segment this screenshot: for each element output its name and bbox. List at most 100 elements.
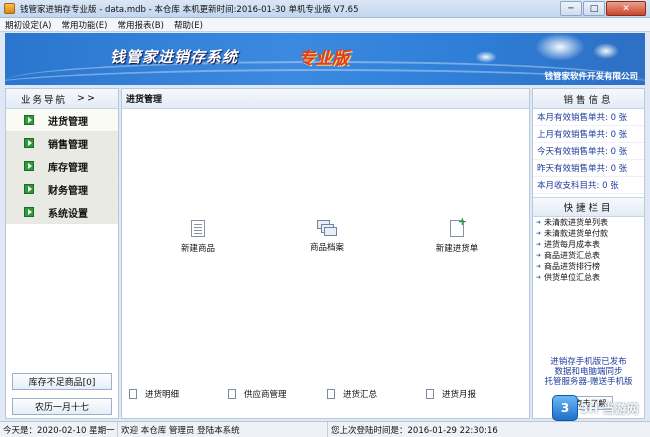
quick-link-label: 未清款进货单列表 (544, 218, 609, 227)
quick-link[interactable]: ➜ 进货每月成本表 (533, 239, 644, 250)
bullet-icon: ➜ (536, 230, 542, 237)
quick-link[interactable]: ➜ 商品进货汇总表 (533, 250, 644, 261)
bottom-toolbar: 进货明细 供应商管理 进货汇总 进货月报 (122, 385, 529, 403)
banner-sparkle (535, 33, 585, 61)
nav-collapse-toggle[interactable]: >> (77, 93, 97, 104)
status-last-login: 您上次登陆时间是：2016-01-29 22:30:16 (331, 425, 498, 436)
site-watermark: 3 3H 当游网 (552, 393, 642, 423)
banner-sparkle (475, 51, 497, 63)
bullet-icon: ➜ (536, 241, 542, 248)
bullet-icon: ➜ (536, 219, 542, 226)
tool-label: 新建商品 (180, 244, 215, 254)
green-arrow-icon (24, 161, 34, 171)
sidebar-item-label: 财务管理 (48, 185, 88, 197)
sales-stat-row: 今天有效销售单共: 0 张 (533, 143, 644, 160)
company-name: 钱管家软件开发有限公司 (544, 72, 638, 82)
sidebar-item-label: 进货管理 (48, 116, 88, 128)
green-arrow-icon (24, 115, 34, 125)
sidebar-item-label: 系统设置 (48, 208, 88, 220)
document-icon (228, 389, 236, 399)
new-purchase-order-tool[interactable]: 新建进货单 (422, 215, 492, 254)
sidebar-item-purchase[interactable]: 进货管理 (6, 109, 118, 132)
quick-links-header: 快捷栏目 (533, 197, 644, 217)
menu-common-functions[interactable]: 常用功能(E) (56, 19, 112, 31)
window-title: 钱管家进销存专业版 - data.mdb - 本仓库 本机更新时间:2016-0… (20, 5, 359, 15)
promo-line: 托管服务器-赠送手机版 (544, 377, 633, 387)
sales-stat-row: 本月有效销售单共: 0 张 (533, 109, 644, 126)
bullet-icon: ➜ (536, 274, 542, 281)
edition-label: 专业版 (298, 49, 349, 69)
quick-link[interactable]: ➜ 供货单位汇总表 (533, 272, 644, 283)
bullet-icon: ➜ (536, 252, 542, 259)
document-icon (327, 389, 335, 399)
quick-link[interactable]: ➜ 未清款进货单列表 (533, 217, 644, 228)
business-nav-sidebar: 业务导航 >> 进货管理 销售管理 库存管理 财务管理 系统设置 库存不足商品[… (5, 88, 119, 419)
nav-header-label: 业务导航 (21, 94, 68, 106)
new-document-icon (450, 215, 467, 237)
title-bar: 钱管家进销存专业版 - data.mdb - 本仓库 本机更新时间:2016-0… (0, 0, 650, 18)
nav-header: 业务导航 >> (6, 89, 118, 109)
link-label: 供应商管理 (244, 390, 287, 400)
quick-link-label: 商品进货排行榜 (544, 262, 601, 271)
quick-link-label: 供货单位汇总表 (544, 273, 601, 282)
purchase-monthly-link[interactable]: 进货月报 (426, 388, 518, 400)
close-button[interactable]: ✕ (606, 1, 646, 16)
sidebar-item-finance[interactable]: 财务管理 (6, 178, 118, 201)
quick-link[interactable]: ➜ 未清款进货单付款 (533, 228, 644, 239)
status-date: 今天是：2020-02-10 星期一 (0, 421, 118, 437)
menu-common-reports[interactable]: 常用报表(B) (112, 19, 168, 31)
bullet-icon: ➜ (536, 263, 542, 270)
tool-label: 商品档案 (309, 243, 344, 253)
document-icon (129, 389, 137, 399)
low-stock-button[interactable]: 库存不足商品[0] (12, 373, 112, 390)
app-icon (4, 3, 15, 14)
tool-label: 新建进货单 (435, 244, 479, 254)
main-panel: 进货管理 新建商品 商品档案 新建进货单 进货明细 供应商管理 进货汇总 进货 (121, 88, 530, 419)
folder-icon (317, 220, 337, 236)
product-archive-tool[interactable]: 商品档案 (292, 220, 362, 253)
sales-stat-row: 上月有效销售单共: 0 张 (533, 126, 644, 143)
link-label: 进货月报 (442, 390, 477, 400)
watermark-logo: 3 (552, 395, 578, 421)
maximize-button[interactable]: □ (583, 1, 605, 16)
sales-stat-row: 本月收支科目共: 0 张 (533, 177, 644, 194)
promo-line: 进销存手机版已发布 (550, 357, 627, 367)
quick-link-label: 商品进货汇总表 (544, 251, 601, 260)
document-icon (191, 220, 205, 237)
green-arrow-icon (24, 207, 34, 217)
document-icon (426, 389, 434, 399)
link-label: 进货汇总 (343, 390, 378, 400)
lunar-date-button[interactable]: 农历一月十七 (12, 398, 112, 415)
new-product-tool[interactable]: 新建商品 (163, 220, 233, 254)
sidebar-item-settings[interactable]: 系统设置 (6, 201, 118, 224)
menu-bar: 期初设定(A) 常用功能(E) 常用报表(B) 帮助(E) (0, 18, 650, 32)
green-arrow-icon (24, 184, 34, 194)
green-arrow-icon (24, 138, 34, 148)
quick-link[interactable]: ➜ 商品进货排行榜 (533, 261, 644, 272)
sidebar-item-label: 库存管理 (48, 162, 88, 174)
minimize-button[interactable]: ─ (560, 1, 582, 16)
quick-link-label: 进货每月成本表 (544, 240, 601, 249)
sidebar-item-inventory[interactable]: 库存管理 (6, 155, 118, 178)
banner-sparkle (593, 43, 619, 59)
purchase-summary-link[interactable]: 进货汇总 (327, 388, 419, 400)
sales-info-panel: 销售信息 本月有效销售单共: 0 张 上月有效销售单共: 0 张 今天有效销售单… (532, 88, 645, 419)
menu-help[interactable]: 帮助(E) (169, 19, 208, 31)
main-panel-title: 进货管理 (122, 89, 529, 109)
purchase-details-link[interactable]: 进货明细 (129, 388, 221, 400)
mobile-promo[interactable]: 进销存手机版已发布 数据和电脑端同步 托管服务器-赠送手机版 (533, 357, 644, 387)
header-banner: 钱管家进销存系统 专业版 钱管家软件开发有限公司 (5, 33, 645, 85)
sales-info-header: 销售信息 (533, 89, 644, 109)
sales-stat-row: 昨天有效销售单共: 0 张 (533, 160, 644, 177)
watermark-text: 3H 当游网 (580, 401, 639, 416)
sidebar-item-sales[interactable]: 销售管理 (6, 132, 118, 155)
sidebar-item-label: 销售管理 (48, 139, 88, 151)
supplier-management-link[interactable]: 供应商管理 (228, 388, 320, 400)
product-name: 钱管家进销存系统 (110, 48, 239, 66)
menu-initial-setup[interactable]: 期初设定(A) (0, 19, 56, 31)
link-label: 进货明细 (145, 390, 180, 400)
promo-line: 数据和电脑端同步 (554, 367, 623, 377)
status-welcome: 欢迎 本仓库 管理员 登陆本系统 (118, 421, 328, 437)
window-controls: ─ □ ✕ (560, 1, 646, 17)
status-bar: 今天是：2020-02-10 星期一 欢迎 本仓库 管理员 登陆本系统 您上次登… (0, 421, 650, 437)
